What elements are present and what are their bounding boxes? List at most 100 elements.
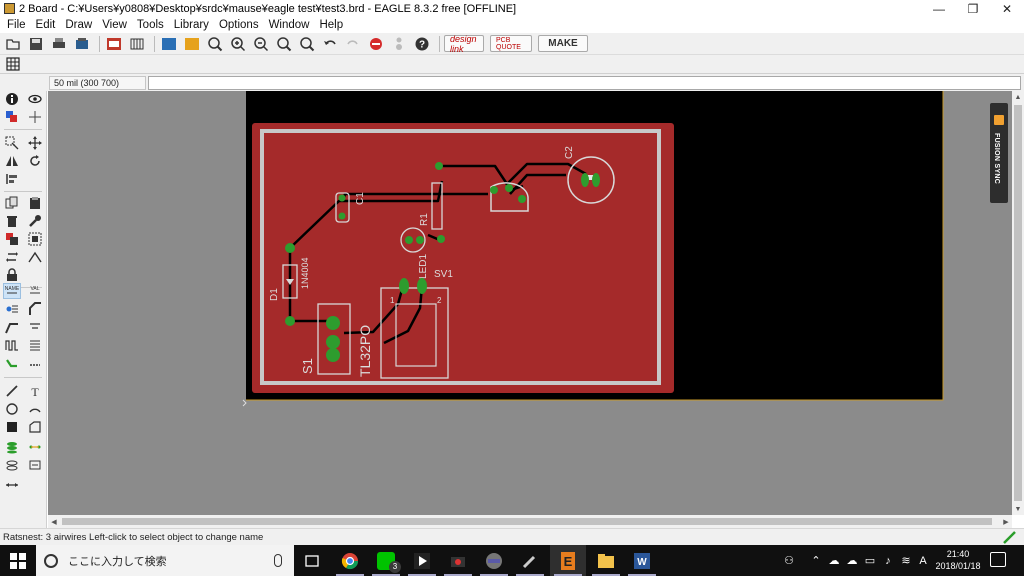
- redo-button[interactable]: [343, 35, 363, 53]
- show-tool[interactable]: [26, 91, 44, 107]
- show-hidden-icons[interactable]: ⌃: [808, 545, 824, 576]
- tool-app[interactable]: [512, 545, 548, 576]
- scroll-up-arrow[interactable]: ▲: [1012, 91, 1024, 103]
- delete-tool[interactable]: [3, 213, 21, 229]
- zoom-out-button[interactable]: [251, 35, 271, 53]
- meander-tool[interactable]: [3, 337, 21, 353]
- network-icon[interactable]: ≋: [898, 545, 914, 576]
- split-wire-tool[interactable]: [3, 319, 21, 335]
- scroll-down-arrow[interactable]: ▼: [1012, 503, 1024, 515]
- dimension-tool[interactable]: [3, 477, 21, 493]
- fusion-sync-tab[interactable]: FUSION SYNC: [990, 103, 1008, 203]
- copy-tool[interactable]: [3, 195, 21, 211]
- move-cross-tool[interactable]: [26, 135, 44, 151]
- design-link-button[interactable]: design link: [444, 34, 484, 54]
- cam-button[interactable]: [72, 35, 92, 53]
- board-canvas[interactable]: C2 R1 C1 LED1 D1 1N4004 S1 TL32PO SV1 1 …: [48, 91, 1012, 515]
- media-app[interactable]: [404, 545, 440, 576]
- maximize-button[interactable]: ❐: [956, 0, 990, 17]
- route-diff-tool[interactable]: [26, 337, 44, 353]
- split-tool[interactable]: [26, 249, 44, 265]
- file-explorer-app[interactable]: [588, 545, 624, 576]
- microphone-icon[interactable]: [274, 554, 282, 567]
- polygon-tool[interactable]: [26, 419, 44, 435]
- paste-tool[interactable]: [26, 195, 44, 211]
- miter-tool[interactable]: [26, 301, 44, 317]
- value-tool[interactable]: VAL: [26, 283, 44, 299]
- battery-icon[interactable]: ▭: [862, 545, 878, 576]
- menu-tools[interactable]: Tools: [132, 19, 169, 31]
- zoom-in-button[interactable]: [228, 35, 248, 53]
- move-tool[interactable]: [3, 135, 21, 151]
- command-line-input[interactable]: [148, 76, 1021, 90]
- notification-center-icon[interactable]: [990, 552, 1006, 567]
- replace-tool[interactable]: [3, 231, 21, 247]
- optimize-tool[interactable]: [26, 319, 44, 335]
- undo-button[interactable]: [320, 35, 340, 53]
- taskbar-search-box[interactable]: ここに入力して検索: [36, 545, 294, 576]
- arc-tool[interactable]: [26, 401, 44, 417]
- group-tool[interactable]: [26, 231, 44, 247]
- menu-draw[interactable]: Draw: [60, 19, 97, 31]
- line-app[interactable]: 3: [368, 545, 404, 576]
- print-button[interactable]: [49, 35, 69, 53]
- people-icon[interactable]: ⚇: [778, 545, 800, 576]
- menu-window[interactable]: Window: [264, 19, 315, 31]
- name-tool[interactable]: NAME: [3, 283, 21, 299]
- menu-help[interactable]: Help: [314, 19, 348, 31]
- menu-options[interactable]: Options: [214, 19, 264, 31]
- go-button[interactable]: [389, 35, 409, 53]
- swap-tool[interactable]: [3, 249, 21, 265]
- mirror-tool[interactable]: [3, 153, 21, 169]
- minimize-button[interactable]: —: [922, 0, 956, 17]
- signal-tool[interactable]: [26, 439, 44, 455]
- taskbar-clock[interactable]: 21:40 2018/01/18: [932, 548, 984, 572]
- ulp-run-button[interactable]: [182, 35, 202, 53]
- vertical-scrollbar[interactable]: ▲ ▼: [1012, 91, 1024, 515]
- save-button[interactable]: [26, 35, 46, 53]
- smash-tool[interactable]: [3, 301, 21, 317]
- menu-view[interactable]: View: [97, 19, 132, 31]
- volume-icon[interactable]: ♪: [880, 545, 896, 576]
- horizontal-scrollbar[interactable]: ◀ ▶: [48, 515, 1012, 528]
- scroll-right-arrow[interactable]: ▶: [1000, 515, 1012, 528]
- pcb-quote-button[interactable]: PCB QUOTE: [490, 35, 532, 52]
- camera-app[interactable]: [440, 545, 476, 576]
- align-tool[interactable]: [3, 171, 21, 187]
- attribute-tool[interactable]: [26, 457, 44, 473]
- text-tool[interactable]: T: [26, 383, 44, 399]
- redraw-button[interactable]: [297, 35, 317, 53]
- scr-button[interactable]: [159, 35, 179, 53]
- ulp-button[interactable]: [127, 35, 147, 53]
- via-tool[interactable]: [3, 439, 21, 455]
- word-app[interactable]: W: [624, 545, 660, 576]
- task-view-button[interactable]: [294, 545, 330, 576]
- lock-tool[interactable]: [3, 267, 21, 283]
- mark-tool[interactable]: [26, 109, 44, 125]
- route-tool[interactable]: [3, 357, 21, 373]
- vertical-scroll-thumb[interactable]: [1014, 105, 1022, 501]
- cloud-icon[interactable]: ☁: [826, 545, 842, 576]
- horizontal-scroll-thumb[interactable]: [62, 518, 992, 525]
- close-button[interactable]: ✕: [990, 0, 1024, 17]
- ime-indicator[interactable]: A: [914, 545, 932, 576]
- rect-tool[interactable]: [3, 419, 21, 435]
- display-tool[interactable]: [3, 109, 21, 125]
- rotate-tool[interactable]: [26, 153, 44, 169]
- menu-library[interactable]: Library: [169, 19, 214, 31]
- eagle-app[interactable]: E: [550, 545, 586, 576]
- help-button[interactable]: ?: [412, 35, 432, 53]
- zoom-select-button[interactable]: [274, 35, 294, 53]
- onedrive-icon[interactable]: ☁: [844, 545, 860, 576]
- change-tool[interactable]: [26, 213, 44, 229]
- start-button[interactable]: [0, 545, 36, 576]
- ripup-tool[interactable]: [26, 357, 44, 373]
- scroll-left-arrow[interactable]: ◀: [48, 515, 60, 528]
- board-drawing[interactable]: C2 R1 C1 LED1 D1 1N4004 S1 TL32PO SV1 1 …: [48, 91, 1012, 515]
- chrome-app[interactable]: [332, 545, 368, 576]
- open-button[interactable]: [3, 35, 23, 53]
- wire-tool[interactable]: [3, 383, 21, 399]
- hole-tool[interactable]: [3, 457, 21, 473]
- schematic-button[interactable]: [104, 35, 124, 53]
- circle-tool[interactable]: [3, 401, 21, 417]
